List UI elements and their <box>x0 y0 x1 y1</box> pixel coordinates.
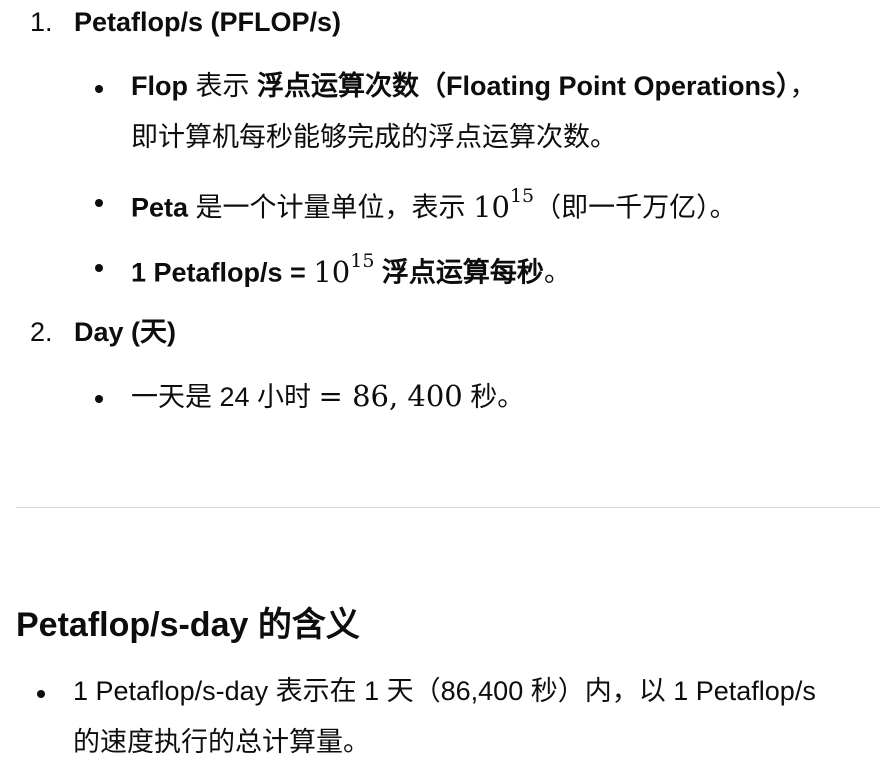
bullet-petaflop-day-continuation: 的速度执行的总计算量。 <box>73 727 370 757</box>
bold-definition: 浮点运算次数（Floating Point Operations） <box>257 71 790 101</box>
bullet-petaflop-day: 1 Petaflop/s-day 表示在 1 天（86,400 秒）内，以 1 … <box>73 676 816 706</box>
list-item-title: Petaflop/s (PFLOP/s) <box>74 7 342 37</box>
bullet-petaflop-definition: 1 Petaflop/s = 1015 浮点运算每秒。 <box>131 250 571 289</box>
bullet-dot <box>37 690 45 698</box>
divider <box>16 507 880 508</box>
bullet-dot <box>95 395 103 403</box>
bullet-dot <box>95 264 103 272</box>
math-power: 1015 <box>473 185 535 224</box>
bullet-flop-continuation: 即计算机每秒能够完成的浮点运算次数。 <box>131 122 617 152</box>
bullet-flop: Flop 表示 浮点运算次数（Floating Point Operations… <box>131 71 817 101</box>
bullet-day: 一天是 24 小时 = 86, 400 秒。 <box>131 379 525 413</box>
bullet-dot <box>95 199 103 207</box>
bullet-dot <box>95 85 103 93</box>
term-flop: Flop <box>131 71 188 101</box>
bullet-peta: Peta 是一个计量单位，表示 1015（即一千万亿）。 <box>131 185 737 224</box>
list-number: 1. <box>30 7 53 37</box>
list-number: 2. <box>30 317 53 347</box>
math-power: 1015 <box>313 250 375 289</box>
term-peta: Peta <box>131 192 189 223</box>
list-item-title: Day (天) <box>74 317 177 347</box>
math-seconds: = 86, 400 <box>318 379 463 413</box>
section-heading: Petaflop/s-day 的含义 <box>16 606 360 644</box>
